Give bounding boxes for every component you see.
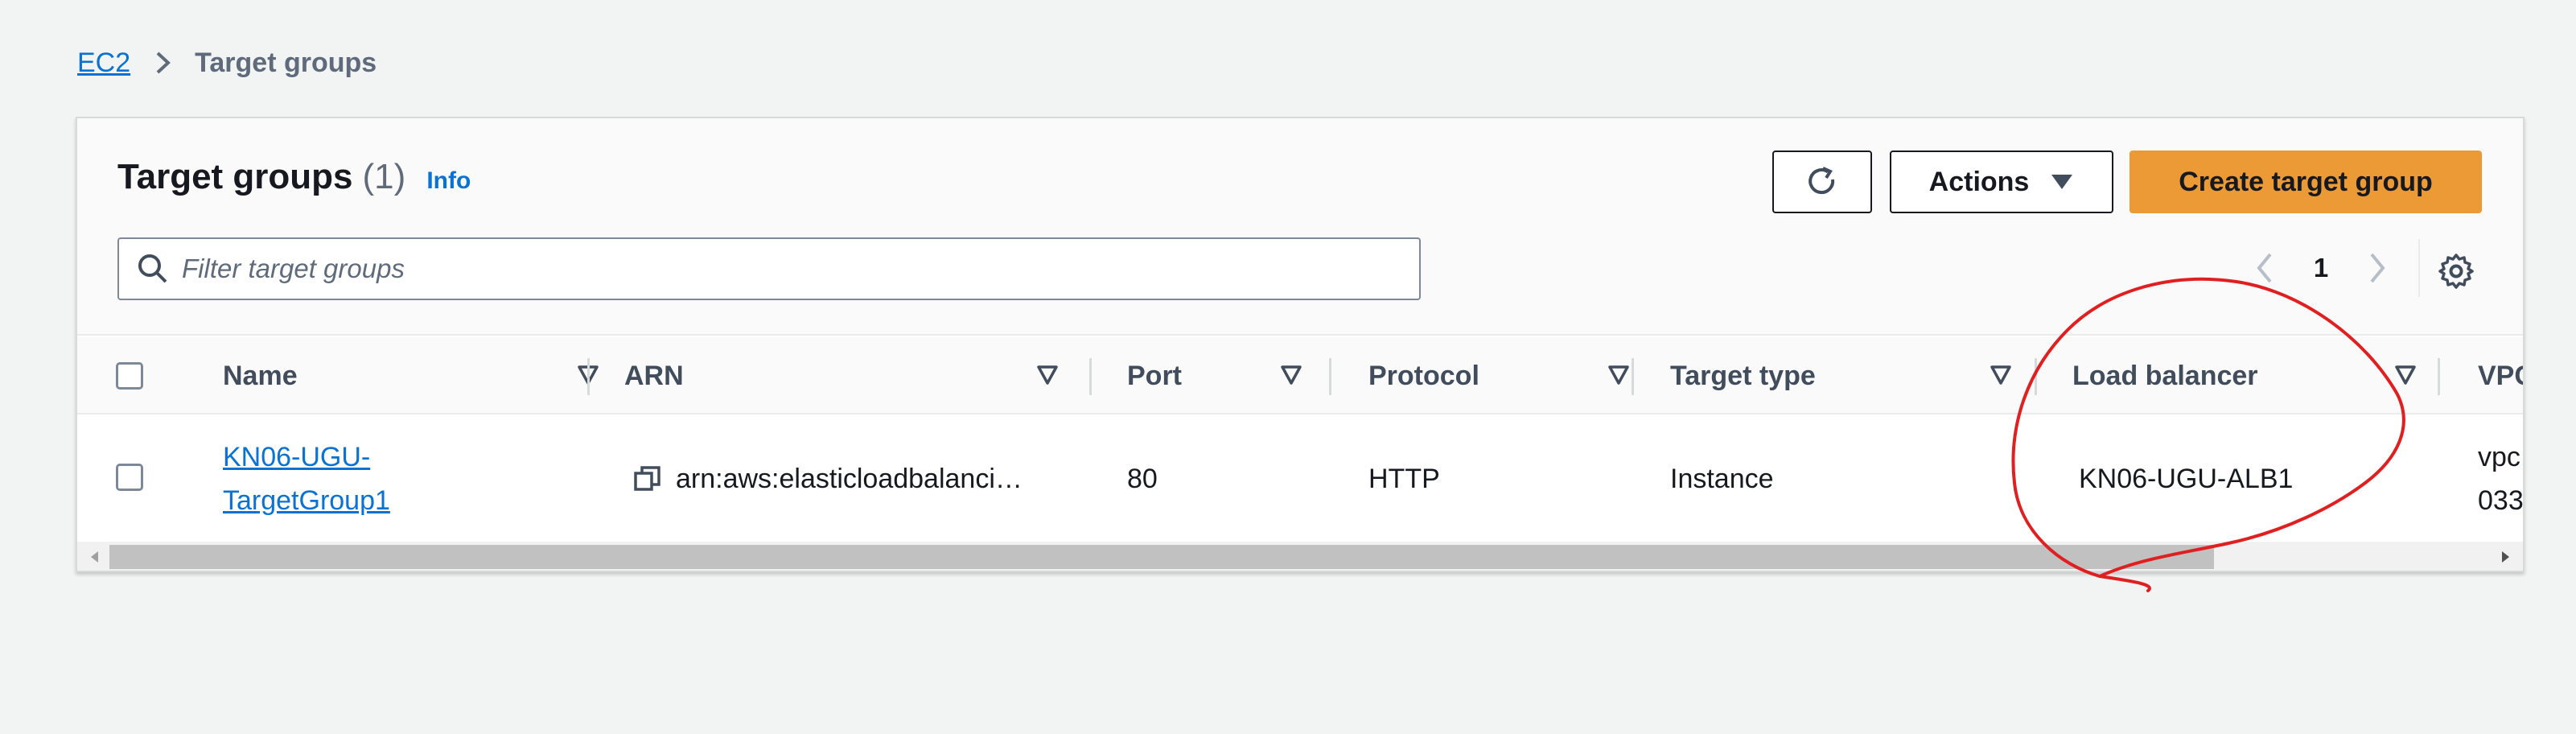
- column-label: Name: [223, 360, 298, 391]
- table-header: Name ARN Port Protocol Target type Load …: [77, 337, 2523, 414]
- column-divider[interactable]: [1329, 358, 1331, 395]
- sort-caret-icon[interactable]: [1036, 365, 1059, 386]
- refresh-button[interactable]: [1772, 151, 1872, 213]
- column-label: VPC: [2478, 360, 2523, 391]
- horizontal-scrollbar[interactable]: [77, 542, 2523, 571]
- target-groups-panel: Target groups (1) Info Actions Create ta…: [76, 117, 2525, 572]
- actions-button[interactable]: Actions: [1890, 151, 2113, 213]
- column-header-arn[interactable]: ARN: [624, 337, 1091, 414]
- column-header-protocol[interactable]: Protocol: [1368, 337, 1658, 414]
- column-label: Protocol: [1368, 360, 1479, 391]
- target-group-name-link[interactable]: KN06-UGU- TargetGroup1: [223, 435, 390, 522]
- divider: [2418, 239, 2420, 297]
- chevron-right-icon: [156, 52, 171, 74]
- create-target-group-button[interactable]: Create target group: [2130, 151, 2482, 213]
- vpc-line-2: 033: [2478, 485, 2524, 516]
- refresh-icon: [1809, 167, 1835, 195]
- row-checkbox[interactable]: [116, 464, 143, 491]
- panel-header: Target groups (1) Info Actions Create ta…: [77, 118, 2523, 336]
- filter-search-box[interactable]: [117, 237, 1421, 300]
- breadcrumb: EC2 Target groups: [77, 43, 377, 82]
- scrollbar-thumb[interactable]: [109, 545, 2214, 569]
- column-divider[interactable]: [2438, 358, 2440, 395]
- cell-port: 80: [1127, 463, 1158, 494]
- column-header-name[interactable]: Name: [223, 337, 601, 414]
- sort-caret-icon[interactable]: [1990, 365, 2012, 386]
- column-divider[interactable]: [2035, 358, 2037, 395]
- cell-arn: arn:aws:elasticloadbalanci…: [632, 416, 1083, 542]
- info-link[interactable]: Info: [426, 167, 471, 195]
- vpc-line-1: vpc: [2478, 442, 2520, 472]
- cell-load-balancer: KN06-UGU-ALB1: [2079, 463, 2294, 494]
- table-row: KN06-UGU- TargetGroup1 arn:aws:elasticlo…: [77, 416, 2523, 542]
- scroll-left-arrow-icon[interactable]: [87, 549, 103, 565]
- search-icon: [138, 254, 167, 283]
- name-line-2: TargetGroup1: [223, 485, 390, 516]
- cell-protocol: HTTP: [1368, 463, 1440, 494]
- page-title: Target groups: [117, 157, 353, 196]
- column-divider[interactable]: [1632, 358, 1634, 395]
- cell-vpc: vpc 033: [2478, 416, 2524, 542]
- column-label: Port: [1127, 360, 1182, 391]
- select-all-checkbox[interactable]: [116, 362, 143, 390]
- column-divider[interactable]: [1089, 358, 1092, 395]
- actions-label: Actions: [1928, 166, 2030, 197]
- column-header-port[interactable]: Port: [1127, 337, 1344, 414]
- chevron-left-icon[interactable]: [2249, 248, 2282, 288]
- search-input[interactable]: [182, 254, 1389, 284]
- pagination: 1: [2249, 239, 2393, 297]
- caret-down-icon: [2051, 175, 2073, 189]
- name-line-1: KN06-UGU-: [223, 442, 371, 472]
- column-header-load-balancer[interactable]: Load balancer: [2072, 337, 2475, 414]
- sort-caret-icon[interactable]: [2394, 365, 2417, 386]
- page-title-group: Target groups (1) Info: [117, 157, 471, 197]
- cell-target-type: Instance: [1670, 463, 1774, 494]
- column-header-target-type[interactable]: Target type: [1670, 337, 2064, 414]
- sort-caret-icon[interactable]: [1607, 365, 1630, 386]
- column-label: ARN: [624, 360, 684, 391]
- column-label: Target type: [1670, 360, 1816, 391]
- arn-value: arn:aws:elasticloadbalanci…: [676, 463, 1023, 494]
- column-label: Load balancer: [2072, 360, 2258, 391]
- scroll-right-arrow-icon[interactable]: [2497, 549, 2513, 565]
- page-number[interactable]: 1: [2301, 253, 2341, 283]
- column-header-vpc[interactable]: VPC: [2478, 337, 2523, 414]
- item-count: (1): [362, 157, 406, 196]
- column-divider[interactable]: [587, 358, 590, 395]
- breadcrumb-link-ec2[interactable]: EC2: [77, 47, 130, 79]
- cell-name: KN06-UGU- TargetGroup1: [223, 416, 577, 542]
- gear-icon[interactable]: [2437, 252, 2475, 291]
- copy-icon[interactable]: [632, 464, 663, 494]
- chevron-right-icon[interactable]: [2360, 248, 2393, 288]
- breadcrumb-current: Target groups: [195, 47, 377, 78]
- sort-caret-icon[interactable]: [1280, 365, 1302, 386]
